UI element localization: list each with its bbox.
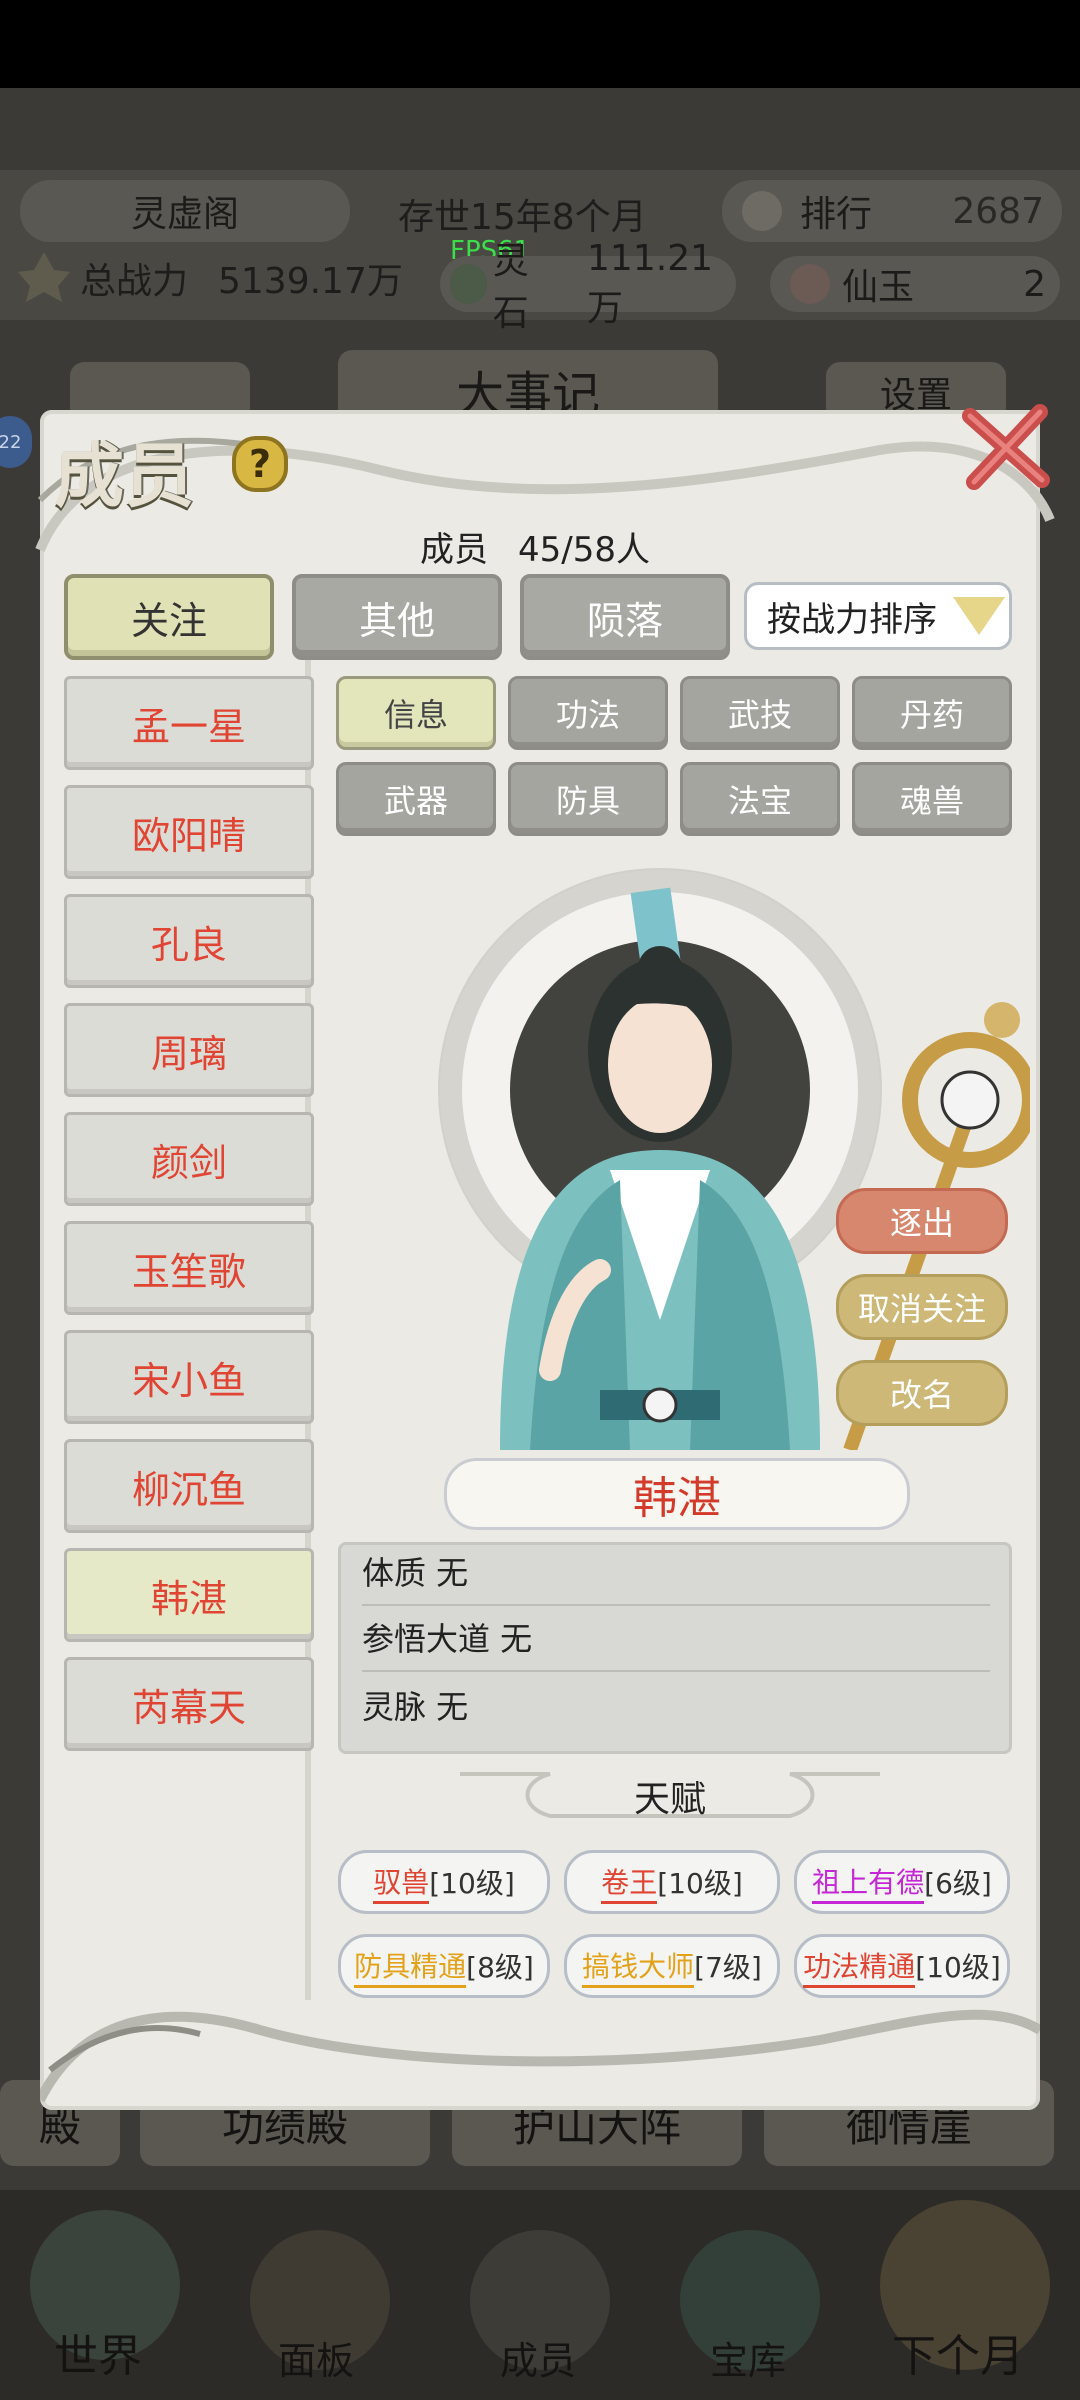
member-item-2[interactable]: 孔良 (64, 894, 314, 988)
member-count-value: 45/58人 (518, 530, 650, 570)
member-name: 孟一星 (131, 704, 246, 749)
talent-title: 天赋 (634, 1779, 707, 1820)
member-name: 芮幕天 (131, 1685, 246, 1730)
unfollow-button[interactable]: 取消关注 (836, 1274, 1008, 1340)
tab-fallen[interactable]: 陨落 (520, 574, 730, 660)
tab-weapons-label: 武器 (383, 782, 448, 820)
member-item-3[interactable]: 周璃 (64, 1003, 314, 1097)
tab-artifacts[interactable]: 法宝 (680, 762, 840, 836)
talent-chip-0[interactable]: 驭兽 [10级] (338, 1850, 550, 1914)
sect-name-pill: 灵虚阁 (20, 180, 350, 242)
panel-footer-decor (35, 1960, 1043, 2110)
expel-label: 逐出 (889, 1204, 954, 1242)
tab-others[interactable]: 其他 (292, 574, 502, 660)
tab-martial[interactable]: 武技 (680, 676, 840, 750)
sect-name: 灵虚阁 (130, 194, 239, 235)
talent-level: [10级] (657, 1867, 743, 1900)
character-name: 韩湛 (633, 1473, 721, 1524)
tab-beasts[interactable]: 魂兽 (852, 762, 1012, 836)
tab-armor[interactable]: 防具 (508, 762, 668, 836)
member-item-0[interactable]: 孟一星 (64, 676, 314, 770)
talent-name: 驭兽 (373, 1861, 430, 1904)
tab-skills-label: 功法 (555, 696, 620, 734)
talent-level: [10级] (429, 1867, 515, 1900)
sort-label: 按战力排序 (767, 599, 937, 640)
info-row-meridian: 灵脉 无 (362, 1688, 469, 1726)
info-row-physique: 体质 无 (362, 1554, 469, 1592)
member-name: 颜剑 (150, 1140, 227, 1185)
jade-value: 2 (1023, 263, 1046, 305)
info-row-dao: 参悟大道 无 (362, 1620, 533, 1658)
tab-followed-label: 关注 (130, 598, 207, 643)
tab-beasts-label: 魂兽 (899, 782, 964, 820)
power-icon (14, 248, 74, 304)
stone-icon (450, 264, 487, 304)
member-item-1[interactable]: 欧阳晴 (64, 785, 314, 879)
rank-label: 排行 (800, 194, 873, 235)
tab-skills[interactable]: 功法 (508, 676, 668, 750)
tab-info-label: 信息 (383, 696, 448, 734)
power-value: 5139.17万 (218, 261, 403, 302)
member-name: 韩湛 (150, 1576, 227, 1621)
nav-panel[interactable]: 面板 (278, 2330, 354, 2385)
member-name: 玉笙歌 (131, 1249, 246, 1294)
stone-label: 灵石 (492, 241, 529, 334)
tab-info[interactable]: 信息 (336, 676, 496, 750)
character-name-bar: 韩湛 (444, 1458, 910, 1530)
jade-icon (790, 264, 830, 304)
jade-label: 仙玉 (842, 267, 915, 308)
member-name: 周璃 (150, 1031, 227, 1076)
member-name: 宋小鱼 (131, 1358, 246, 1403)
panel-title: 成员 (54, 434, 194, 517)
tab-pills[interactable]: 丹药 (852, 676, 1012, 750)
member-count-label: 成员 (420, 530, 488, 570)
tab-weapons[interactable]: 武器 (336, 762, 496, 836)
talent-chip-1[interactable]: 卷王 [10级] (564, 1850, 780, 1914)
member-item-5[interactable]: 玉笙歌 (64, 1221, 314, 1315)
member-item-9[interactable]: 芮幕天 (64, 1657, 314, 1751)
rename-label: 改名 (889, 1376, 954, 1414)
member-item-4[interactable]: 颜剑 (64, 1112, 314, 1206)
tab-others-label: 其他 (358, 598, 435, 643)
tab-pills-label: 丹药 (899, 696, 964, 734)
member-item-7[interactable]: 柳沉鱼 (64, 1439, 314, 1533)
member-name: 欧阳晴 (131, 813, 246, 858)
unfollow-label: 取消关注 (857, 1290, 986, 1328)
stone-pill: 灵石 111.21万 (440, 238, 736, 334)
jade-pill: 仙玉 2 (770, 256, 1060, 312)
tab-martial-label: 武技 (727, 696, 792, 734)
stone-value: 111.21万 (587, 237, 713, 329)
help-icon[interactable]: ? (232, 436, 288, 492)
rename-button[interactable]: 改名 (836, 1360, 1008, 1426)
sort-dropdown[interactable]: 按战力排序 (744, 582, 1012, 650)
tab-armor-label: 防具 (555, 782, 620, 820)
rank-icon (742, 191, 782, 231)
talent-chip-2[interactable]: 祖上有德 [6级] (794, 1850, 1010, 1914)
status-strip (0, 0, 1080, 88)
member-name: 柳沉鱼 (131, 1467, 246, 1512)
tab-artifacts-label: 法宝 (727, 782, 792, 820)
tab-followed[interactable]: 关注 (64, 574, 274, 660)
talent-level: [6级] (924, 1867, 992, 1900)
nav-next-month[interactable]: 下个月 (892, 2320, 1024, 2384)
nav-members[interactable]: 成员 (500, 2330, 576, 2385)
tab-fallen-label: 陨落 (586, 598, 663, 643)
nav-treasury[interactable]: 宝库 (710, 2330, 786, 2385)
talent-name: 祖上有德 (812, 1861, 925, 1904)
chevron-down-icon (953, 597, 1005, 635)
help-icon-glyph: ? (248, 442, 272, 486)
member-name: 孔良 (150, 922, 227, 967)
close-icon[interactable] (956, 396, 1056, 496)
rank-pill[interactable]: 排行 2687 (722, 180, 1062, 242)
nav-world[interactable]: 世界 (54, 2320, 142, 2384)
level-badge-text: 22 (0, 431, 22, 453)
power-label: 总战力 (80, 261, 189, 302)
expel-button[interactable]: 逐出 (836, 1188, 1008, 1254)
rank-value: 2687 (952, 190, 1044, 232)
info-divider (362, 1670, 990, 1672)
member-item-6[interactable]: 宋小鱼 (64, 1330, 314, 1424)
talent-name: 卷王 (601, 1861, 658, 1904)
member-item-8[interactable]: 韩湛 (64, 1548, 314, 1642)
